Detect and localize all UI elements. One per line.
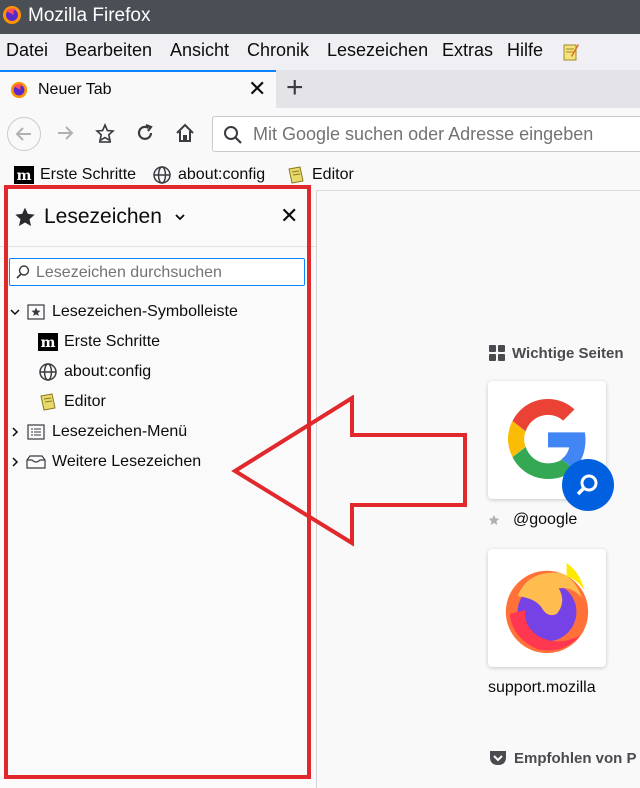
top-sites-title: Wichtige Seiten — [512, 344, 624, 362]
tree-item-weitere-lesezeichen[interactable]: Weitere Lesezeichen — [8, 447, 308, 477]
tile-label-google[interactable]: @google — [513, 511, 577, 529]
menu-bar: Datei Bearbeiten Ansicht Chronik Lesezei… — [0, 34, 640, 71]
tab-neuer-tab[interactable]: Neuer Tab ✕ — [0, 70, 276, 108]
tree-item-lesezeichen-symbolleiste[interactable]: Lesezeichen-Symbolleiste — [8, 297, 308, 327]
url-bar[interactable]: Mit Google suchen oder Adresse eingeben — [212, 116, 640, 152]
bookmark-label: Editor — [312, 166, 354, 183]
globe-icon — [38, 362, 58, 382]
arrow-left-icon — [15, 127, 31, 141]
notepad-icon[interactable] — [562, 42, 580, 62]
menu-extras[interactable]: Extras — [442, 40, 493, 61]
svg-text:m: m — [41, 335, 56, 351]
search-badge — [562, 459, 614, 511]
title-bar: Mozilla Firefox — [0, 0, 640, 34]
home-button[interactable] — [170, 118, 200, 148]
star-icon — [15, 207, 35, 227]
notepad-icon — [288, 166, 304, 184]
tab-strip: Neuer Tab ✕ + — [0, 70, 640, 108]
bookmark-label: Erste Schritte — [40, 166, 137, 183]
menu-bearbeiten[interactable]: Bearbeiten — [65, 40, 152, 61]
home-icon — [176, 123, 194, 142]
search-icon — [16, 265, 30, 279]
tree-item-label: about:config — [64, 363, 152, 380]
bookmarks-toolbar: m Erste Schritte about:config Editor — [0, 160, 640, 191]
tree-item-erste-schritte[interactable]: m Erste Schritte — [8, 327, 308, 357]
sidebar-header: Lesezeichen ✕ — [0, 190, 316, 247]
arrow-right-icon — [58, 126, 74, 140]
menu-datei[interactable]: Datei — [6, 40, 48, 61]
bookmark-star-button[interactable] — [90, 118, 120, 148]
bookmark-editor[interactable]: Editor — [286, 164, 354, 186]
tree-item-label: Lesezeichen-Menü — [52, 423, 188, 440]
search-icon — [576, 474, 598, 496]
tree-item-about-config[interactable]: about:config — [8, 357, 308, 387]
menu-ansicht[interactable]: Ansicht — [170, 40, 229, 61]
firefox-icon — [10, 81, 28, 99]
recommended-title: Empfohlen von P — [514, 749, 637, 767]
menu-hilfe[interactable]: Hilfe — [507, 40, 543, 61]
star-outline-icon — [95, 123, 115, 143]
menu-chronik[interactable]: Chronik — [247, 40, 309, 61]
chevron-right-icon[interactable] — [8, 457, 22, 467]
tree-item-label: Erste Schritte — [64, 333, 161, 350]
chevron-down-icon[interactable] — [8, 308, 22, 316]
sidebar-search-box[interactable] — [9, 258, 305, 286]
other-bookmarks-folder-icon — [26, 452, 46, 472]
mozilla-m-icon: m — [14, 166, 34, 184]
chevron-right-icon[interactable] — [8, 427, 22, 437]
bookmark-erste-schritte[interactable]: m Erste Schritte — [14, 164, 136, 186]
chevron-down-icon[interactable] — [174, 212, 186, 222]
reload-button[interactable] — [130, 118, 160, 148]
bookmarks-tree: Lesezeichen-Symbolleiste m Erste Schritt… — [8, 297, 308, 477]
bookmarks-sidebar: Lesezeichen ✕ Lesezeichen-Symbolleiste m… — [0, 190, 317, 788]
bookmarks-toolbar-folder-icon — [26, 302, 46, 322]
reload-icon — [137, 123, 153, 140]
bookmark-label: about:config — [178, 166, 266, 183]
back-button[interactable] — [7, 117, 41, 151]
window-title: Mozilla Firefox — [28, 5, 151, 26]
grid-icon — [489, 345, 505, 361]
tree-item-label: Editor — [64, 393, 106, 410]
close-tab-icon[interactable]: ✕ — [248, 77, 266, 101]
firefox-logo-icon — [3, 6, 21, 24]
top-site-tile-support-mozilla[interactable] — [488, 549, 606, 667]
tree-item-lesezeichen-menue[interactable]: Lesezeichen-Menü — [8, 417, 308, 447]
tree-item-label: Weitere Lesezeichen — [52, 453, 202, 470]
svg-text:m: m — [17, 168, 32, 184]
notepad-icon — [38, 392, 58, 412]
sidebar-search-input[interactable] — [34, 261, 298, 285]
tree-item-label: Lesezeichen-Symbolleiste — [52, 303, 238, 320]
globe-icon — [153, 166, 171, 184]
sidebar-title[interactable]: Lesezeichen — [44, 205, 162, 229]
forward-button[interactable] — [50, 118, 80, 148]
pin-icon — [488, 514, 500, 525]
tile-label-support-mozilla[interactable]: support.mozilla — [488, 679, 596, 697]
navigation-bar: Mit Google suchen oder Adresse eingeben — [0, 108, 640, 160]
pocket-icon — [490, 751, 506, 765]
search-icon — [224, 126, 242, 144]
tree-item-editor[interactable]: Editor — [8, 387, 308, 417]
bookmark-about-config[interactable]: about:config — [152, 164, 265, 186]
close-sidebar-icon[interactable]: ✕ — [280, 204, 298, 228]
new-tab-button[interactable]: + — [286, 73, 304, 103]
recommended-section-title[interactable]: Empfohlen von P — [488, 749, 640, 767]
tab-label: Neuer Tab — [38, 81, 112, 98]
mozilla-m-icon: m — [38, 332, 58, 352]
firefox-icon — [505, 562, 589, 654]
url-bar-placeholder: Mit Google suchen oder Adresse eingeben — [253, 124, 594, 144]
top-sites-section-title[interactable]: Wichtige Seiten — [488, 344, 624, 362]
bookmarks-menu-folder-icon — [26, 422, 46, 442]
top-site-tile-google[interactable] — [488, 381, 614, 511]
menu-lesezeichen[interactable]: Lesezeichen — [327, 40, 428, 61]
